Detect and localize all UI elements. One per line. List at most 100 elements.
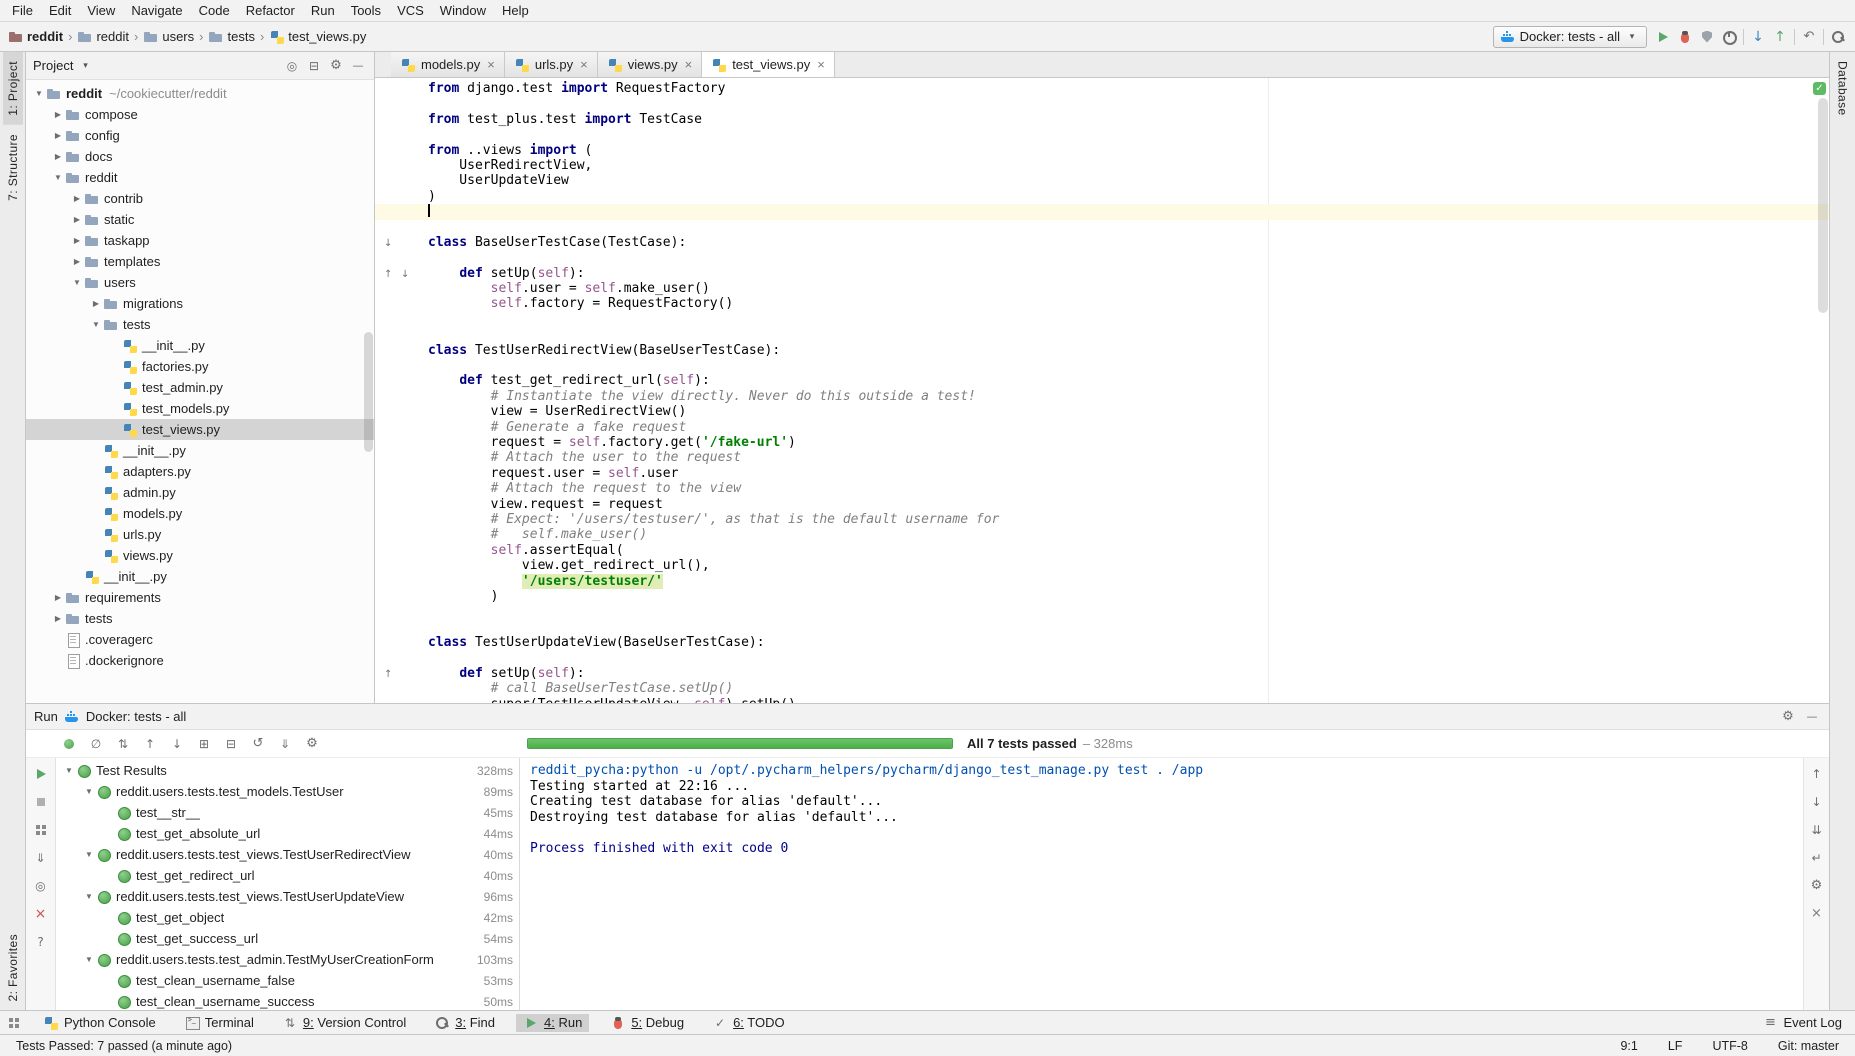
menu-edit[interactable]: Edit: [41, 2, 79, 19]
hide-button[interactable]: —: [1803, 708, 1821, 726]
settings-button[interactable]: ⚙: [1806, 875, 1828, 897]
project-tree-item[interactable]: ▼reddit~/cookiecutter/reddit: [26, 83, 374, 104]
breadcrumb-item[interactable]: tests: [208, 29, 254, 45]
code-line[interactable]: view.request = request: [375, 497, 1829, 512]
code-line[interactable]: [375, 204, 1829, 219]
code-line[interactable]: from test_plus.test import TestCase: [375, 112, 1829, 127]
overriding-method-icon[interactable]: ↑: [384, 667, 392, 682]
project-tree-item[interactable]: adapters.py: [26, 461, 374, 482]
code-line[interactable]: [375, 327, 1829, 342]
code-line[interactable]: view.get_redirect_url(),: [375, 558, 1829, 573]
toolwindow-stripe-favorites[interactable]: 2: Favorites: [3, 925, 23, 1011]
test-result-row[interactable]: ▼Test Results328ms: [56, 760, 519, 781]
chevron-down-icon[interactable]: ▼: [82, 850, 96, 859]
chevron-right-icon[interactable]: ▶: [51, 110, 65, 119]
code-line[interactable]: ): [375, 589, 1829, 604]
status-widget[interactable]: 9:1: [1620, 1039, 1637, 1053]
chevron-down-icon[interactable]: ▼: [32, 89, 46, 98]
settings-button[interactable]: ⚙: [1779, 708, 1797, 726]
chevron-right-icon[interactable]: ▶: [70, 215, 84, 224]
test-result-row[interactable]: ▼reddit.users.tests.test_models.TestUser…: [56, 781, 519, 802]
code-line[interactable]: view = UserRedirectView(): [375, 404, 1829, 419]
code-line[interactable]: def test_get_redirect_url(self):: [375, 373, 1829, 388]
code-line[interactable]: ↓class BaseUserTestCase(TestCase):: [375, 235, 1829, 250]
vcs-up-button[interactable]: ↑: [1769, 26, 1791, 48]
project-tree-item[interactable]: admin.py: [26, 482, 374, 503]
menu-code[interactable]: Code: [191, 2, 238, 19]
project-tree-item[interactable]: views.py: [26, 545, 374, 566]
code-line[interactable]: [375, 220, 1829, 235]
project-tree-item[interactable]: test_admin.py: [26, 377, 374, 398]
grid-button[interactable]: [30, 819, 52, 841]
editor-tab[interactable]: views.py×: [598, 52, 702, 77]
arrow-down-button[interactable]: ↓: [168, 735, 186, 753]
code-line[interactable]: '/users/testuser/': [375, 574, 1829, 589]
run-console[interactable]: reddit_pycha:python -u /opt/.pycharm_hel…: [521, 758, 1803, 1010]
status-widget[interactable]: LF: [1668, 1039, 1683, 1053]
toolwindow-button-run[interactable]: 4: Run: [516, 1014, 589, 1032]
toolwindow-button-debug[interactable]: 5: Debug: [603, 1014, 691, 1032]
editor-tab[interactable]: test_views.py×: [702, 52, 835, 77]
close-button[interactable]: ×: [30, 903, 52, 925]
code-line[interactable]: # Attach the request to the view: [375, 481, 1829, 496]
event-log-button[interactable]: ≡Event Log: [1755, 1014, 1849, 1032]
test-result-row[interactable]: test_get_absolute_url44ms: [56, 823, 519, 844]
menu-help[interactable]: Help: [494, 2, 537, 19]
code-line[interactable]: from django.test import RequestFactory: [375, 81, 1829, 96]
chevron-down-icon[interactable]: ▼: [51, 173, 65, 182]
project-tree-item[interactable]: ▶compose: [26, 104, 374, 125]
project-tree-item[interactable]: ▶migrations: [26, 293, 374, 314]
toolwindow-switcher-icon[interactable]: [6, 1015, 22, 1031]
code-line[interactable]: self.user = self.make_user(): [375, 281, 1829, 296]
test-result-row[interactable]: test_get_redirect_url40ms: [56, 865, 519, 886]
project-tree-item[interactable]: __init__.py: [26, 440, 374, 461]
breadcrumb-item[interactable]: reddit: [8, 29, 63, 45]
chevron-right-icon[interactable]: ▶: [51, 593, 65, 602]
status-widget[interactable]: Git: master: [1778, 1039, 1839, 1053]
menu-refactor[interactable]: Refactor: [238, 2, 303, 19]
menu-navigate[interactable]: Navigate: [123, 2, 190, 19]
test-result-row[interactable]: test_clean_username_success50ms: [56, 991, 519, 1010]
chevron-down-icon[interactable]: ▼: [70, 278, 84, 287]
code-line[interactable]: request.user = self.user: [375, 466, 1829, 481]
breadcrumb-item[interactable]: test_views.py: [269, 29, 366, 45]
collapse-all-button[interactable]: ⊟: [305, 57, 323, 75]
project-tree-item[interactable]: .coveragerc: [26, 629, 374, 650]
toolwindow-button-version-control[interactable]: ⇅9: Version Control: [275, 1014, 413, 1032]
run-config-selector[interactable]: Docker: tests - all ▾: [1493, 26, 1647, 48]
overriding-method-icon[interactable]: ↑: [384, 267, 392, 282]
chevron-down-icon[interactable]: ▾: [77, 58, 93, 74]
code-line[interactable]: # call BaseUserTestCase.setUp(): [375, 681, 1829, 696]
project-tree-item[interactable]: __init__.py: [26, 566, 374, 587]
project-tree-item[interactable]: ▶static: [26, 209, 374, 230]
code-line[interactable]: [375, 312, 1829, 327]
chevron-right-icon[interactable]: ▶: [70, 194, 84, 203]
code-line[interactable]: # self.make_user(): [375, 527, 1829, 542]
code-line[interactable]: ↑↓ def setUp(self):: [375, 266, 1829, 281]
code-line[interactable]: # Attach the user to the request: [375, 450, 1829, 465]
scroll-end-button[interactable]: ⇊: [1806, 819, 1828, 841]
project-tree-item[interactable]: models.py: [26, 503, 374, 524]
show-ignored-button[interactable]: ∅: [87, 735, 105, 753]
code-line[interactable]: [375, 650, 1829, 665]
menu-vcs[interactable]: VCS: [389, 2, 432, 19]
arrow-down-button[interactable]: ↓: [1806, 791, 1828, 813]
close-tab-icon[interactable]: ×: [487, 57, 495, 72]
code-line[interactable]: [375, 620, 1829, 635]
code-line[interactable]: # Generate a fake request: [375, 420, 1829, 435]
toolwindow-button-python-console[interactable]: Python Console: [36, 1014, 163, 1032]
editor-tab[interactable]: models.py×: [391, 52, 505, 77]
breadcrumb-item[interactable]: users: [143, 29, 194, 45]
toolwindow-button-todo[interactable]: ✓6: TODO: [705, 1014, 792, 1032]
clear-button[interactable]: ×: [1806, 903, 1828, 925]
close-tab-icon[interactable]: ×: [580, 57, 588, 72]
code-line[interactable]: class TestUserRedirectView(BaseUserTestC…: [375, 343, 1829, 358]
vcs-down-button[interactable]: ↓: [1747, 26, 1769, 48]
toolwindow-button-find[interactable]: 3: Find: [427, 1014, 502, 1032]
breadcrumb-item[interactable]: reddit: [77, 29, 129, 45]
project-tree-item[interactable]: .dockerignore: [26, 650, 374, 671]
test-result-row[interactable]: ▼reddit.users.tests.test_admin.TestMyUse…: [56, 949, 519, 970]
search-button[interactable]: [1827, 26, 1849, 48]
chevron-right-icon[interactable]: ▶: [51, 131, 65, 140]
chevron-down-icon[interactable]: ▼: [62, 766, 76, 775]
